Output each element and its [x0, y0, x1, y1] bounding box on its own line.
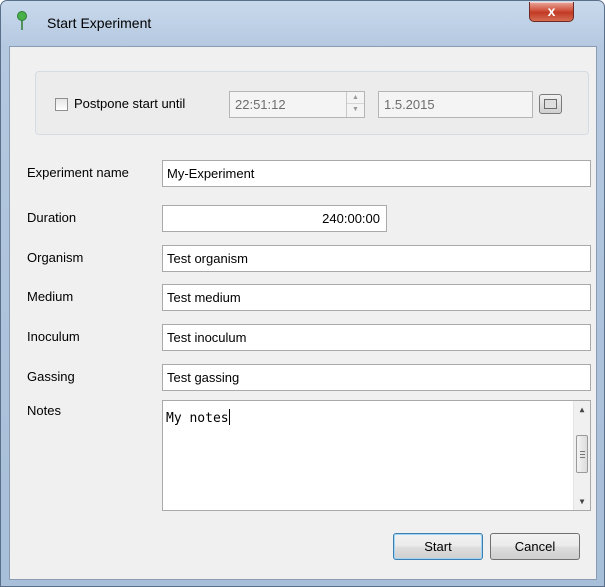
experiment-name-input[interactable]: My-Experiment — [162, 160, 591, 187]
duration-value: 240:00:00 — [322, 211, 380, 226]
organism-label: Organism — [27, 250, 84, 265]
spin-up-icon[interactable]: ▲ — [347, 92, 364, 104]
experiment-name-label: Experiment name — [27, 165, 129, 180]
dialog-client-area: Postpone start until 22:51:12 ▲ ▼ 1.5.20… — [9, 46, 597, 580]
dialog-window: Start Experiment x Postpone start until … — [0, 0, 605, 587]
notes-label: Notes — [27, 403, 61, 418]
close-button[interactable]: x — [529, 2, 574, 22]
medium-value: Test medium — [167, 290, 241, 305]
app-pin-icon — [17, 11, 27, 30]
scroll-up-icon[interactable]: ▲ — [574, 401, 590, 418]
calendar-button[interactable] — [539, 94, 562, 114]
postpone-time-value: 22:51:12 — [235, 97, 286, 112]
organism-input[interactable]: Test organism — [162, 245, 591, 272]
duration-input[interactable]: 240:00:00 — [162, 205, 387, 232]
scroll-down-icon[interactable]: ▼ — [574, 493, 590, 510]
notes-textarea[interactable]: My notes ▲ ▼ — [162, 400, 591, 511]
postpone-time-input[interactable]: 22:51:12 — [229, 91, 365, 118]
inoculum-value: Test inoculum — [167, 330, 247, 345]
gassing-value: Test gassing — [167, 370, 240, 385]
title-bar[interactable]: Start Experiment x — [1, 1, 604, 47]
organism-value: Test organism — [167, 251, 248, 266]
inoculum-input[interactable]: Test inoculum — [162, 324, 591, 351]
inoculum-label: Inoculum — [27, 329, 80, 344]
duration-label: Duration — [27, 210, 77, 225]
text-caret — [228, 409, 230, 425]
postpone-label[interactable]: Postpone start until — [74, 96, 185, 111]
start-button[interactable]: Start — [393, 533, 483, 560]
cancel-button[interactable]: Cancel — [490, 533, 580, 560]
experiment-name-value: My-Experiment — [167, 166, 255, 181]
calendar-icon — [544, 99, 557, 109]
postpone-date-input[interactable]: 1.5.2015 — [378, 91, 533, 118]
postpone-checkbox[interactable] — [55, 98, 68, 111]
medium-input[interactable]: Test medium — [162, 284, 591, 311]
postpone-date-value: 1.5.2015 — [384, 97, 435, 112]
spin-down-icon[interactable]: ▼ — [347, 104, 364, 116]
postpone-group: Postpone start until 22:51:12 ▲ ▼ 1.5.20… — [35, 71, 589, 135]
gassing-input[interactable]: Test gassing — [162, 364, 591, 391]
scroll-thumb[interactable] — [576, 435, 588, 473]
notes-value: My notes — [166, 411, 229, 426]
medium-label: Medium — [27, 289, 74, 304]
time-spinner[interactable]: ▲ ▼ — [346, 92, 364, 117]
gassing-label: Gassing — [27, 369, 75, 384]
notes-scrollbar[interactable]: ▲ ▼ — [573, 401, 590, 510]
window-title: Start Experiment — [47, 15, 152, 31]
close-icon: x — [547, 3, 556, 19]
